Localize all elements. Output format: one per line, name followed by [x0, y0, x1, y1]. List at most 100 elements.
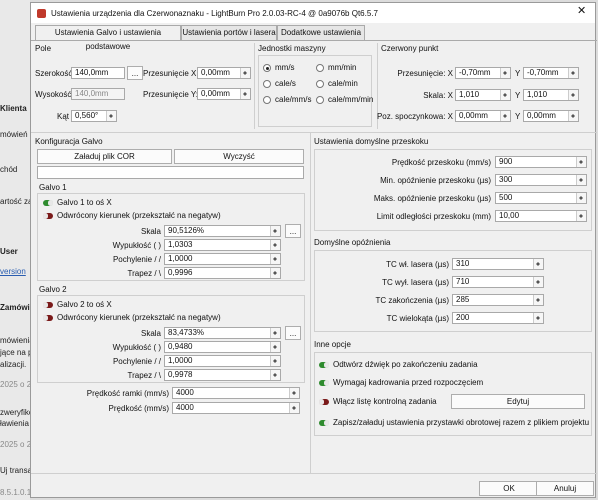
unit-label-mm-min: mm/min	[328, 63, 357, 72]
galvo1-tilt-field[interactable]: 1,0000	[164, 253, 281, 265]
galvo1-trapezoid-label: Trapez / \	[127, 269, 162, 278]
red-scale-y-label: Y	[515, 91, 521, 100]
offset-x-field[interactable]: 0,00mm	[197, 67, 251, 79]
bg-link[interactable]: version	[0, 267, 26, 276]
offset-x-value: 0,00mm	[201, 68, 230, 77]
section-jump-label: Ustawienia domyślne przeskoku	[314, 137, 429, 146]
galvo1-more-button[interactable]: ...	[285, 224, 301, 238]
bg-text: mówień	[0, 130, 28, 139]
width-label: Szerokość	[35, 69, 73, 78]
jump-speed-value: 900	[499, 157, 513, 166]
jump-max-delay-field[interactable]: 500	[495, 192, 587, 204]
width-more-button[interactable]: ...	[127, 66, 143, 80]
galvo1-reverse-toggle[interactable]	[43, 213, 53, 219]
galvo2-axis-label: Galvo 2 to oś X	[57, 300, 112, 309]
clear-cor-button[interactable]: Wyczyść	[174, 149, 304, 164]
checklist-toggle[interactable]	[319, 399, 329, 405]
bg-text: User	[0, 247, 18, 256]
angle-field[interactable]: 0,560°	[71, 110, 117, 122]
frame-speed-field[interactable]: 4000	[172, 387, 300, 399]
speed-field[interactable]: 4000	[172, 402, 300, 414]
red-offset-y-value: -0,70mm	[527, 68, 559, 77]
galvo2-scale-field[interactable]: 83,4733%	[164, 327, 281, 339]
cancel-button[interactable]: Anuluj	[536, 481, 594, 496]
galvo2-tilt-field[interactable]: 1,0000	[164, 355, 281, 367]
bg-text: chód	[0, 165, 18, 174]
laser-off-value: 710	[456, 277, 470, 286]
unit-radio-cale-min[interactable]	[316, 80, 324, 88]
jump-speed-field[interactable]: 900	[495, 156, 587, 168]
jump-limit-value: 10,00	[499, 211, 520, 220]
framing-toggle[interactable]	[319, 380, 329, 386]
bg-text: artość za	[0, 197, 33, 206]
jump-min-delay-field[interactable]: 300	[495, 174, 587, 186]
red-rest-label: Poz. spoczynkowa: X	[376, 112, 453, 121]
galvo2-more-button[interactable]: ...	[285, 326, 301, 340]
offset-y-value: 0,00mm	[201, 89, 230, 98]
galvo1-tilt-value: 1,0000	[168, 254, 193, 263]
section-galvo-config-label: Konfiguracja Galvo	[35, 137, 103, 146]
jump-limit-field[interactable]: 10,00	[495, 210, 587, 222]
cor-file-field[interactable]	[37, 166, 304, 179]
offset-x-label: Przesunięcie X:	[143, 69, 199, 78]
galvo2-scale-label: Skala	[140, 329, 161, 338]
tab-extra[interactable]: Dodatkowe ustawienia	[277, 25, 365, 40]
close-icon[interactable]: ✕	[577, 6, 586, 17]
red-rest-x-value: 0,00mm	[459, 111, 488, 120]
galvo2-reverse-toggle[interactable]	[43, 315, 53, 321]
section-pole-label: Pole	[35, 44, 52, 53]
galvo2-bulge-label: Wypukłość ( )	[112, 343, 161, 352]
rotary-toggle[interactable]	[319, 420, 329, 426]
red-scale-y-field[interactable]: 1,010	[523, 89, 579, 101]
angle-value: 0,560°	[75, 111, 99, 120]
load-cor-button[interactable]: Załaduj plik COR	[37, 149, 172, 164]
unit-radio-cale-mm-s[interactable]	[263, 96, 271, 104]
galvo2-axis-toggle[interactable]	[43, 302, 53, 308]
red-rest-x-field[interactable]: 0,00mm	[455, 110, 511, 122]
red-offset-x-field[interactable]: -0,70mm	[455, 67, 511, 79]
bg-text: mówienia	[0, 336, 34, 345]
section-delays-label: Domyślne opóźnienia	[314, 238, 391, 247]
galvo1-bulge-field[interactable]: 1,0303	[164, 239, 281, 251]
red-offset-label: Przesunięcie: X	[397, 69, 453, 78]
unit-radio-cale-mm-min[interactable]	[316, 96, 324, 104]
galvo1-scale-field[interactable]: 90,5126%	[164, 225, 281, 237]
polygon-delay-value: 200	[456, 313, 470, 322]
laser-on-field[interactable]: 310	[452, 258, 544, 270]
galvo1-reverse-label: Odwrócony kierunek (przekształć na negat…	[57, 211, 221, 220]
galvo2-trapezoid-label: Trapez / \	[127, 371, 162, 380]
column-divider	[310, 133, 311, 473]
galvo1-trapezoid-value: 0,9996	[168, 268, 193, 277]
unit-radio-mm-s[interactable]	[263, 64, 271, 72]
jump-min-delay-value: 300	[499, 175, 513, 184]
unit-radio-cale-s[interactable]	[263, 80, 271, 88]
unit-label-mm-s: mm/s	[275, 63, 295, 72]
galvo1-axis-toggle[interactable]	[43, 200, 53, 206]
end-delay-value: 285	[456, 295, 470, 304]
galvo1-tilt-label: Pochylenie / /	[112, 255, 161, 264]
laser-off-field[interactable]: 710	[452, 276, 544, 288]
width-field[interactable]: 140,0mm	[71, 67, 125, 79]
ok-button[interactable]: OK	[479, 481, 539, 496]
red-rest-y-field[interactable]: 0,00mm	[523, 110, 579, 122]
tab-galvo-basic[interactable]: Ustawienia Galvo i ustawienia podstawowe	[35, 25, 181, 51]
galvo2-trapezoid-field[interactable]: 0,9978	[164, 369, 281, 381]
edit-checklist-button[interactable]: Edytuj	[451, 394, 585, 409]
height-field[interactable]: 140,0mm	[71, 88, 125, 100]
end-delay-field[interactable]: 285	[452, 294, 544, 306]
galvo1-axis-label: Galvo 1 to oś X	[57, 198, 112, 207]
sound-toggle[interactable]	[319, 362, 329, 368]
unit-radio-mm-min[interactable]	[316, 64, 324, 72]
device-settings-dialog: Ustawienia urządzenia dla Czerwonaznaku …	[30, 2, 597, 498]
galvo2-bulge-field[interactable]: 0,9480	[164, 341, 281, 353]
framing-label: Wymagaj kadrowania przed rozpoczęciem	[333, 378, 484, 387]
speed-value: 4000	[176, 403, 194, 412]
red-offset-y-field[interactable]: -0,70mm	[523, 67, 579, 79]
tab-ports-laser[interactable]: Ustawienia portów i lasera	[181, 25, 277, 40]
galvo1-trapezoid-field[interactable]: 0,9996	[164, 267, 281, 279]
polygon-delay-field[interactable]: 200	[452, 312, 544, 324]
bg-text: Klienta	[0, 104, 27, 113]
jump-max-delay-label: Maks. opóźnienie przeskoku (µs)	[373, 194, 491, 203]
offset-y-field[interactable]: 0,00mm	[197, 88, 251, 100]
red-scale-x-field[interactable]: 1,010	[455, 89, 511, 101]
